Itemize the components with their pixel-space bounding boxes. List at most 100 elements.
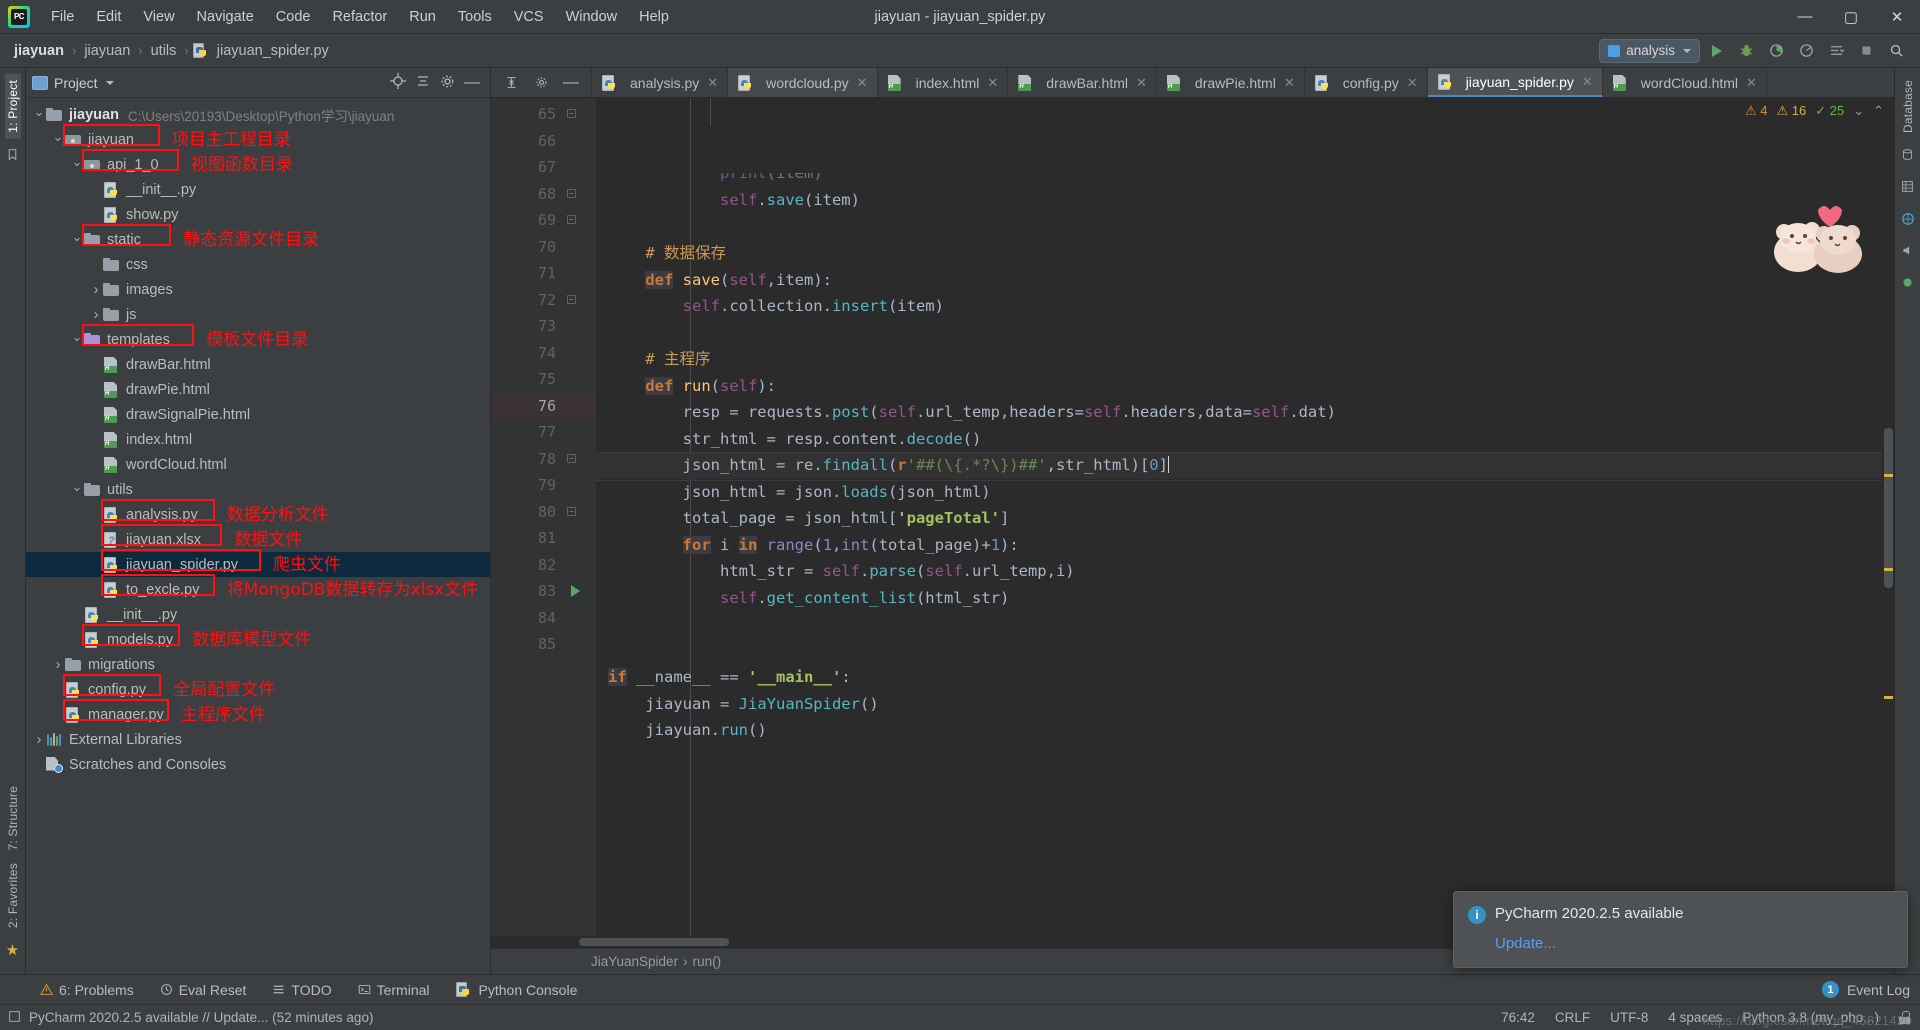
tree-row-css[interactable]: css [26,252,490,277]
chevron-right-icon[interactable] [32,731,46,748]
tree-row-drawbar-html[interactable]: HdrawBar.html [26,352,490,377]
line-number[interactable]: 71 [491,260,596,287]
line-number[interactable]: 68− [491,181,596,208]
close-icon[interactable]: ✕ [857,75,868,91]
editor-tab-actions[interactable]: — [491,68,592,97]
hide-editor-icon[interactable]: — [557,70,585,96]
rail-item-database[interactable]: Database [1900,74,1916,139]
close-icon[interactable]: ✕ [1284,75,1295,91]
editor-tab-wordcloud-py[interactable]: wordcloud.py ✕ [728,68,878,97]
fold-toggle-icon[interactable]: − [567,506,576,516]
tree-row-scratches-and-consoles[interactable]: Scratches and Consoles [26,752,490,777]
editor-tab-jiayuan-spider-py[interactable]: jiayuan_spider.py ✕ [1427,68,1603,97]
line-number[interactable]: 76 [491,392,596,419]
menu-refactor[interactable]: Refactor [321,5,398,29]
menu-tools[interactable]: Tools [447,5,503,29]
line-number[interactable]: 67 [491,154,596,181]
line-number[interactable]: 84 [491,605,596,632]
select-opened-file-icon[interactable] [390,73,406,92]
breadcrumb-item-module[interactable]: jiayuan [80,42,134,60]
window-controls[interactable]: — ▢ ✕ [1782,0,1920,34]
fold-toggle-icon[interactable]: − [567,294,576,304]
more-run-options-button[interactable] [1822,38,1850,64]
maximize-button[interactable]: ▢ [1828,0,1874,34]
tool-window-bar[interactable]: 6: Problems Eval Reset TODO Terminal Pyt… [0,974,1920,1004]
hector-icon[interactable]: ⌃ [1873,103,1884,119]
error-stripe-marker[interactable] [1884,474,1893,477]
editor-tab-drawpie-html[interactable]: HdrawPie.html ✕ [1157,68,1305,97]
menu-view[interactable]: View [132,5,185,29]
editor-vertical-scrollbar[interactable] [1882,98,1894,936]
tree-row-drawpie-html[interactable]: HdrawPie.html [26,377,490,402]
chevron-right-icon[interactable] [89,306,103,323]
menu-window[interactable]: Window [555,5,629,29]
breadcrumb-item-file[interactable]: jiayuan_spider.py [213,42,333,60]
line-number[interactable]: 72− [491,287,596,314]
line-number[interactable]: 70 [491,234,596,261]
line-number[interactable]: 83 [491,578,596,605]
menu-navigate[interactable]: Navigate [186,5,265,29]
code-line[interactable]: for i in range(1,int(total_page)+1): [596,532,1894,559]
run-button[interactable] [1702,38,1730,64]
tree-row-root[interactable]: jiayuan C:\Users\20193\Desktop\Python学习\… [26,102,490,127]
line-number[interactable]: 77 [491,419,596,446]
code-line[interactable]: print(item) [596,173,1894,187]
tree-row-to-excle-py[interactable]: to_excle.py [26,577,490,602]
breadcrumb-method[interactable]: run() [693,954,722,969]
tree-row-utils[interactable]: utils [26,477,490,502]
menu-bar[interactable]: File Edit View Navigate Code Refactor Ru… [40,5,680,29]
chevron-right-icon[interactable] [51,656,65,673]
editor-tab-bar[interactable]: — analysis.py ✕ wordcloud.py ✕ Hindex.html ✕ H… [491,68,1894,98]
tree-row-migrations[interactable]: migrations [26,652,490,677]
editor-gutter[interactable]: 65−66 67 68−69−70 71 72−73 74 75 76 77 78−79 80−81… [491,98,596,936]
close-icon[interactable]: ✕ [1407,75,1418,91]
speaker-icon[interactable] [1899,242,1917,260]
chevron-down-icon[interactable] [70,232,84,248]
code-line[interactable] [596,214,1894,241]
code-line[interactable]: # 数据保存 [596,240,1894,267]
close-button[interactable]: ✕ [1874,0,1920,34]
breadcrumb-item-utils[interactable]: utils [147,42,181,60]
hide-panel-icon[interactable]: — [464,74,480,90]
notification-update-link[interactable]: Update... [1495,935,1556,952]
line-number[interactable]: 66 [491,128,596,155]
editor-tab-wordcloud-html[interactable]: HwordCloud.html ✕ [1603,68,1767,97]
rail-item-favorites[interactable]: 2: Favorites [5,857,21,934]
chevron-down-icon[interactable] [51,132,65,148]
tree-row-js[interactable]: js [26,302,490,327]
tree-row-jiayuan-spider-py[interactable]: jiayuan_spider.py [26,552,490,577]
tree-row-config-py[interactable]: config.py [26,677,490,702]
code-line[interactable]: self.save(item) [596,187,1894,214]
notification-balloon[interactable]: i PyCharm 2020.2.5 available Update... [1453,891,1908,968]
tree-row-drawsignalpie-html[interactable]: HdrawSignalPie.html [26,402,490,427]
close-icon[interactable]: ✕ [1582,74,1593,90]
collapse-icon[interactable] [497,70,525,96]
error-stripe-marker[interactable] [1884,568,1893,571]
fold-toggle-icon[interactable]: − [567,188,576,198]
run-configuration-selector[interactable]: analysis [1599,38,1700,63]
caret-position[interactable]: 76:42 [1501,1010,1535,1025]
code-line[interactable]: # 主程序 [596,346,1894,373]
rail-item-project[interactable]: 1: Project [4,74,21,139]
code-line[interactable]: json_html = json.loads(json_html) [596,479,1894,506]
tree-row-api-1-0[interactable]: api_1_0 [26,152,490,177]
editor-tab-analysis-py[interactable]: analysis.py ✕ [592,68,729,97]
debug-button[interactable] [1732,38,1760,64]
help-circle-icon[interactable] [1899,210,1917,228]
expand-collapse-icon[interactable] [415,73,431,92]
tool-button-event-log[interactable]: Event Log [1847,982,1910,998]
editor-tab-drawbar-html[interactable]: HdrawBar.html ✕ [1008,68,1157,97]
line-number[interactable]: 82 [491,552,596,579]
chevron-down-icon[interactable] [70,332,84,348]
menu-file[interactable]: File [40,5,85,29]
tree-row-images[interactable]: images [26,277,490,302]
refresh-icon[interactable] [1899,274,1917,292]
tree-row-external-libraries[interactable]: External Libraries [26,727,490,752]
code-line[interactable]: jiayuan.run() [596,717,1894,744]
line-number[interactable]: 80− [491,499,596,526]
close-icon[interactable]: ✕ [1136,75,1147,91]
line-number[interactable]: 85 [491,631,596,658]
chevron-right-icon[interactable] [89,281,103,298]
line-number[interactable]: 69− [491,207,596,234]
tree-row-index-html[interactable]: Hindex.html [26,427,490,452]
